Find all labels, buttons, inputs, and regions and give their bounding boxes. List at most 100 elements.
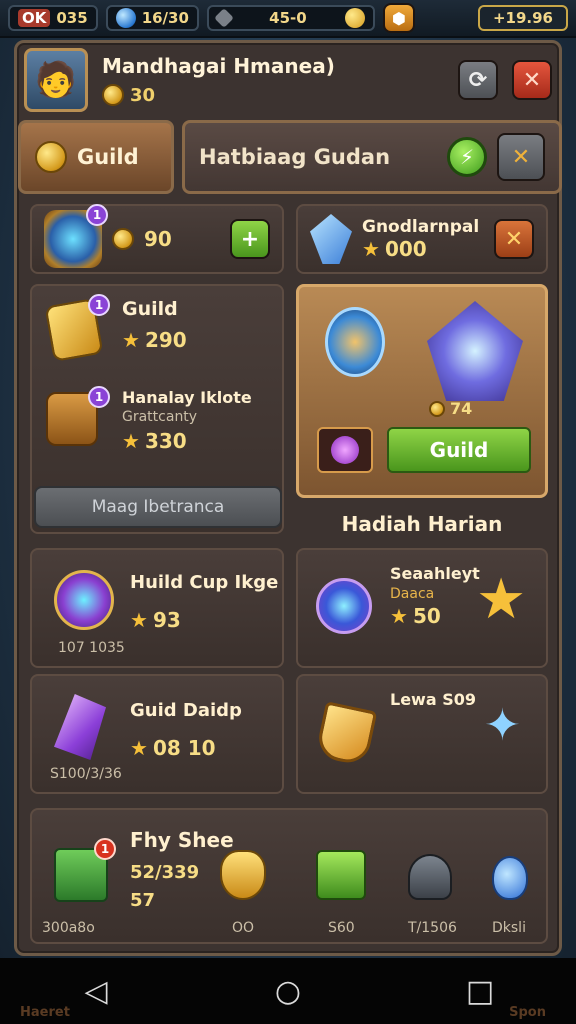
ghost-label: Haeret bbox=[20, 1005, 70, 1020]
gold-value: +19.96 bbox=[492, 9, 553, 27]
purple-orb-icon[interactable] bbox=[317, 427, 373, 473]
notification-badge: 1 bbox=[86, 204, 108, 226]
blue-ring-icon bbox=[316, 578, 372, 634]
sword-icon bbox=[214, 8, 234, 28]
player-coins: 30 bbox=[102, 84, 444, 106]
level-badge[interactable]: OK 035 bbox=[8, 5, 98, 31]
system-nav-bar: Haeret ◁ ○ □ Spon bbox=[0, 958, 576, 1024]
build-cup-card[interactable]: Huild Cup Ikge ★ 93 107 1035 bbox=[30, 548, 284, 668]
guild-raid-value: 08 10 bbox=[152, 736, 216, 760]
harian-value: 330 bbox=[144, 429, 187, 453]
gold-coin-icon bbox=[344, 8, 365, 28]
level-value: 035 bbox=[56, 9, 88, 27]
player-name: Mandhagai Hmanea) bbox=[102, 54, 335, 78]
blue-potion-icon[interactable] bbox=[492, 856, 528, 900]
disabled-button-label: Maag Ibetranca bbox=[91, 497, 225, 517]
player-coins-value: 30 bbox=[130, 84, 156, 106]
profile-header: 🧑 Mandhagai Hmanea) 30 ⟳ ✕ bbox=[24, 44, 552, 116]
gem-value: 16/30 bbox=[141, 9, 189, 27]
coin-icon bbox=[429, 400, 445, 417]
gold-star-icon: ★ bbox=[476, 567, 527, 632]
ghost-label: Spon bbox=[509, 1005, 546, 1020]
close-button[interactable]: ✕ bbox=[512, 60, 552, 100]
lewa-card[interactable]: Lewa S09 ✦ bbox=[296, 674, 548, 794]
green-chest-icon[interactable]: 1 bbox=[54, 838, 116, 902]
amulet-icon bbox=[325, 307, 385, 377]
gem-counter[interactable]: 16/30 bbox=[105, 5, 199, 31]
rune-value: 90 bbox=[144, 227, 172, 251]
recent-apps-icon[interactable]: □ bbox=[455, 966, 505, 1016]
shop-item-label: 300a8o bbox=[42, 920, 95, 936]
helmet-icon[interactable] bbox=[408, 854, 452, 900]
energy-value: 45‐0 bbox=[269, 9, 307, 27]
gold-pouch-icon[interactable] bbox=[220, 850, 266, 900]
build-cup-label: Huild Cup Ikge bbox=[130, 572, 279, 593]
guild-reward-card: 1 Guild ★ 290 1 Hanalay Iklote Grattcanty… bbox=[30, 284, 284, 534]
gold-counter[interactable]: +19.96 bbox=[478, 5, 568, 31]
refresh-icon[interactable]: ⚡ bbox=[447, 137, 487, 177]
guild-raid-sub: S100/3/36 bbox=[50, 766, 122, 782]
tab-close-button[interactable]: ✕ bbox=[497, 133, 545, 181]
sealed-label: Seaahleyt bbox=[390, 564, 480, 583]
settings-icon: ⟳ bbox=[468, 67, 488, 93]
featured-card: 74 Guild bbox=[296, 284, 548, 498]
golden-shield-icon bbox=[314, 701, 378, 767]
gnodlarnpal-close-button[interactable]: ✕ bbox=[494, 219, 534, 259]
sealed-value: 50 bbox=[412, 604, 441, 628]
disabled-button[interactable]: Maag Ibetranca bbox=[34, 486, 282, 528]
star-icon: ★ bbox=[130, 608, 148, 632]
build-cup-value: 93 bbox=[152, 608, 181, 632]
guild-raid-label: Guid Daidp bbox=[130, 700, 242, 721]
energy-counter[interactable]: 45‐0 bbox=[206, 5, 375, 31]
shop-item-label: OO bbox=[232, 920, 255, 936]
shop-icon[interactable]: ⬢ bbox=[382, 3, 415, 33]
tab-harian[interactable]: Hatbiaag Gudan ⚡ ✕ bbox=[182, 120, 562, 194]
notification-badge: 1 bbox=[94, 838, 116, 860]
crystal-icon bbox=[310, 214, 352, 264]
level-label: OK bbox=[18, 9, 51, 27]
close-icon: ✕ bbox=[522, 67, 542, 93]
plus-icon: + bbox=[240, 226, 260, 252]
coin-icon bbox=[102, 84, 124, 106]
golden-shield-icon: 1 bbox=[44, 294, 110, 362]
guild-raid-card[interactable]: Guid Daidp ★ 08 10 S100/3/36 bbox=[30, 674, 284, 794]
lewa-label: Lewa S09 bbox=[390, 690, 476, 709]
guild-label: Guild bbox=[122, 298, 178, 320]
feature-value: 74 bbox=[450, 399, 473, 418]
notification-badge: 1 bbox=[88, 294, 110, 316]
star-icon: ★ bbox=[362, 237, 380, 261]
guild-coin-icon bbox=[35, 141, 67, 173]
tab-guild[interactable]: Guild bbox=[18, 120, 174, 194]
star-icon: ★ bbox=[122, 429, 140, 453]
coin-icon bbox=[112, 228, 134, 250]
guild-action-button[interactable]: Guild bbox=[387, 427, 531, 473]
section-title: Hadiah Harian bbox=[341, 512, 503, 536]
tab-guild-label: Guild bbox=[77, 145, 139, 169]
harian-sub: Grattcanty bbox=[122, 409, 198, 425]
notification-badge: 1 bbox=[88, 386, 110, 408]
hero-avatar[interactable]: 🧑 bbox=[24, 48, 88, 112]
back-icon[interactable]: ◁ bbox=[71, 966, 121, 1016]
shop-card: 1 Fhy Shee 52/339 57 300a8o OO S60 T/150… bbox=[30, 808, 548, 944]
rune-card[interactable]: 1 90 + bbox=[30, 204, 284, 274]
crossed-swords-icon: ✦ bbox=[484, 700, 521, 751]
rune-medallion-icon: 1 bbox=[44, 204, 108, 268]
star-icon: ★ bbox=[390, 604, 408, 628]
shop-count: 57 bbox=[130, 890, 156, 911]
sealed-card[interactable]: Seaahleyt Daaca ★ 50 ★ bbox=[296, 548, 548, 668]
purple-gem-icon bbox=[54, 694, 106, 760]
tab-bar: Guild Hatbiaag Gudan ⚡ ✕ bbox=[18, 120, 562, 194]
gnodlarnpal-value: 000 bbox=[384, 237, 427, 261]
gem-icon bbox=[115, 8, 136, 28]
sealed-sub: Daaca bbox=[390, 586, 435, 602]
settings-button[interactable]: ⟳ bbox=[458, 60, 498, 100]
harian-label: Hanalay Iklote bbox=[122, 388, 252, 407]
gnodlarnpal-card[interactable]: Gnodlarnpal ★ 000 ✕ bbox=[296, 204, 548, 274]
shop-item-label: Dksli bbox=[492, 920, 526, 936]
home-icon[interactable]: ○ bbox=[263, 966, 313, 1016]
crystal-pendant-icon bbox=[54, 570, 114, 630]
star-icon: ★ bbox=[130, 736, 148, 760]
shop-value: 52/339 bbox=[130, 862, 200, 883]
add-button[interactable]: + bbox=[230, 219, 270, 259]
green-cube-icon[interactable] bbox=[316, 850, 366, 900]
